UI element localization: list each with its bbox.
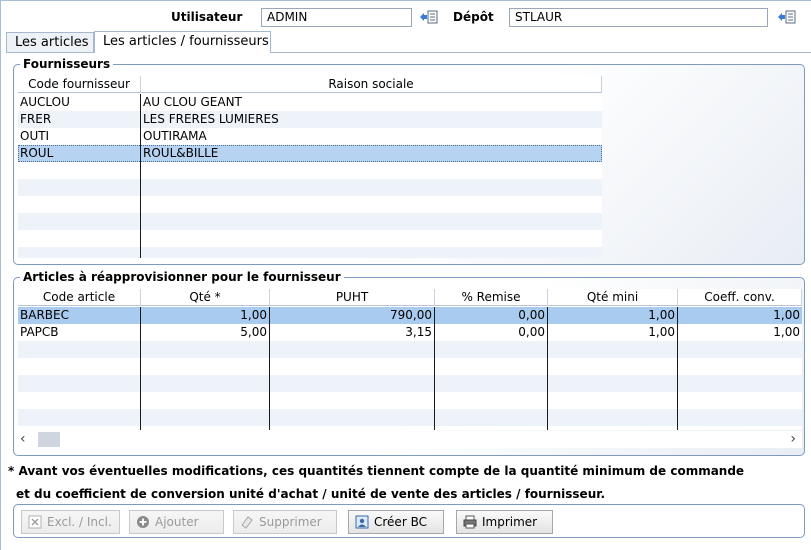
depot-label: Dépôt: [453, 10, 494, 24]
supplier-row-selected[interactable]: ROUL ROUL&BILLE: [18, 145, 602, 162]
scroll-left-icon[interactable]: ‹: [20, 432, 34, 447]
articles-hscrollbar[interactable]: ‹ ›: [16, 431, 802, 448]
articles-group-title: Articles à réapprovisionner pour le four…: [20, 270, 344, 284]
empty-row: [18, 341, 802, 358]
articles-grid-header: Code article Qté * PUHT % Remise Qté min…: [18, 289, 802, 306]
article-coeff: 1,00: [773, 308, 800, 322]
imprimer-label: Imprimer: [482, 515, 538, 529]
col-code-article[interactable]: Code article: [18, 289, 141, 306]
article-puht[interactable]: 790,00: [270, 307, 435, 324]
creer-bc-button[interactable]: Créer BC: [348, 510, 444, 534]
supplier-row[interactable]: OUTI OUTIRAMA: [18, 128, 602, 145]
article-row[interactable]: PAPCB 5,00 3,15 0,00 1,00 1,00: [18, 324, 802, 341]
article-code: BARBEC: [18, 307, 141, 324]
button-bar: Excl. / Incl. Ajouter Supprimer Créer BC…: [13, 504, 805, 538]
supplier-code: FRER: [18, 111, 141, 128]
supprimer-button[interactable]: Supprimer: [233, 510, 337, 534]
articles-group: Articles à réapprovisionner pour le four…: [13, 270, 805, 456]
col-remise[interactable]: % Remise: [435, 289, 548, 306]
supplier-code: ROUL: [18, 145, 141, 162]
note-line-1: * Avant vos éventuelles modifications, c…: [8, 464, 745, 478]
article-code: PAPCB: [18, 324, 141, 341]
scroll-right-icon[interactable]: ›: [782, 432, 796, 447]
tab-articles-fournisseurs[interactable]: Les articles / fournisseurs: [94, 31, 271, 53]
empty-row: [18, 179, 602, 196]
eraser-icon: [240, 515, 254, 529]
article-qte[interactable]: 1,00: [141, 307, 270, 324]
ajouter-label: Ajouter: [155, 515, 199, 529]
creer-bc-label: Créer BC: [374, 515, 427, 529]
order-form-icon: [355, 515, 369, 529]
note-line-2: et du coefficient de conversion unité d'…: [16, 487, 606, 501]
user-label: Utilisateur: [171, 10, 243, 24]
depot-field[interactable]: STLAUR: [509, 8, 768, 27]
supplier-code: OUTI: [18, 128, 141, 145]
empty-row: [18, 247, 602, 258]
printer-icon: [463, 515, 477, 529]
article-puht[interactable]: 3,15: [270, 324, 435, 341]
empty-row: [18, 392, 802, 409]
empty-row: [18, 196, 602, 213]
article-row-selected[interactable]: BARBEC 1,00 790,00 0,00 1,00 1,00: [18, 307, 802, 324]
empty-row: [18, 230, 602, 247]
supplier-name: ROUL&BILLE: [143, 146, 219, 160]
supplier-name: OUTIRAMA: [143, 129, 207, 143]
articles-grid[interactable]: Code article Qté * PUHT % Remise Qté min…: [18, 289, 802, 430]
excel-icon: [28, 515, 42, 529]
suppliers-group: Fournisseurs Code fournisseur Raison soc…: [13, 57, 805, 265]
supprimer-label: Supprimer: [259, 515, 322, 529]
empty-row: [18, 358, 802, 375]
depot-lookup-icon[interactable]: [777, 9, 797, 25]
user-field[interactable]: ADMIN: [261, 8, 412, 27]
article-coeff: 1,00: [773, 325, 800, 339]
tab-articles[interactable]: Les articles: [6, 32, 94, 53]
col-code-fournisseur[interactable]: Code fournisseur: [18, 76, 141, 93]
imprimer-button[interactable]: Imprimer: [456, 510, 553, 534]
empty-row: [18, 213, 602, 230]
ajouter-button[interactable]: Ajouter: [129, 510, 224, 534]
suppliers-group-title: Fournisseurs: [20, 57, 114, 71]
suppliers-grid[interactable]: Code fournisseur Raison sociale AUCLOU A…: [18, 76, 602, 258]
article-qte-mini: 1,00: [548, 307, 678, 324]
suppliers-grid-header: Code fournisseur Raison sociale: [18, 76, 602, 93]
supplier-row[interactable]: AUCLOU AU CLOU GEANT: [18, 94, 602, 111]
col-raison-sociale[interactable]: Raison sociale: [141, 76, 602, 93]
col-puht[interactable]: PUHT: [270, 289, 435, 306]
supplier-row[interactable]: FRER LES FRERES LUMIERES: [18, 111, 602, 128]
empty-row: [18, 375, 802, 392]
empty-row: [18, 409, 802, 426]
col-qte-mini[interactable]: Qté mini: [548, 289, 678, 306]
user-lookup-icon[interactable]: [419, 9, 439, 25]
supplier-name: AU CLOU GEANT: [143, 95, 242, 109]
supplier-name: LES FRERES LUMIERES: [143, 112, 279, 126]
scroll-thumb[interactable]: [38, 432, 60, 447]
empty-row: [18, 426, 802, 430]
empty-row: [18, 162, 602, 179]
supplier-code: AUCLOU: [18, 94, 141, 111]
article-remise[interactable]: 0,00: [435, 324, 548, 341]
add-icon: [136, 515, 150, 529]
article-qte[interactable]: 5,00: [141, 324, 270, 341]
excl-incl-label: Excl. / Incl.: [47, 515, 112, 529]
article-qte-mini: 1,00: [548, 324, 678, 341]
excl-incl-button[interactable]: Excl. / Incl.: [21, 510, 120, 534]
col-coeff-conv[interactable]: Coeff. conv.: [678, 289, 802, 306]
article-remise[interactable]: 0,00: [435, 307, 548, 324]
col-qte[interactable]: Qté *: [141, 289, 270, 306]
